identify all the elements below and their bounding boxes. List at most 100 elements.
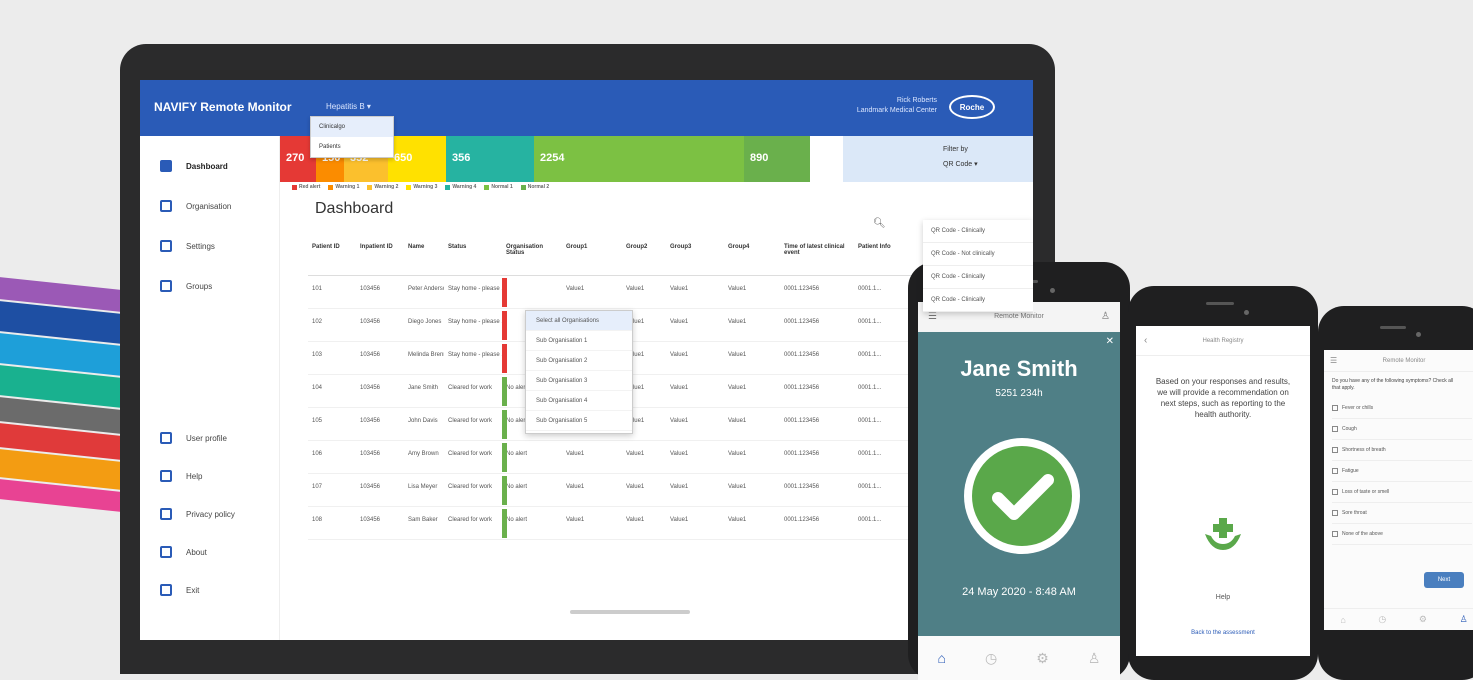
- status-segment[interactable]: 890: [744, 136, 810, 182]
- home-icon[interactable]: ⌂: [1340, 615, 1345, 625]
- project-selector[interactable]: Hepatitis B ▾: [326, 102, 371, 111]
- checkbox[interactable]: [1332, 447, 1338, 453]
- table-cell: 105: [312, 418, 323, 424]
- history-icon[interactable]: ◷: [1378, 614, 1386, 625]
- organisation-dropdown: Select all Organisations Sub Organisatio…: [525, 310, 633, 434]
- history-icon[interactable]: ◷: [985, 650, 997, 667]
- status-legend: Red alert Warning 1 Warning 2 Warning 3 …: [292, 184, 549, 190]
- symptom-checkbox-item[interactable]: Cough: [1332, 419, 1472, 440]
- back-link[interactable]: Back to the assessment: [1136, 630, 1310, 636]
- table-cell: Value1: [566, 451, 585, 457]
- table-cell: Value1: [670, 451, 689, 457]
- privacy-icon: [160, 508, 172, 520]
- checkbox[interactable]: [1332, 510, 1338, 516]
- symptom-list: Fever or chills Cough Shortness of breath F…: [1332, 398, 1472, 545]
- symptom-checkbox-item[interactable]: Sore throat: [1332, 503, 1472, 524]
- table-cell: Value1: [670, 418, 689, 424]
- settings-icon[interactable]: ⚙: [1036, 650, 1049, 667]
- page-title: Dashboard: [315, 200, 394, 217]
- status-segment[interactable]: 650: [388, 136, 446, 182]
- symptom-checkbox-item[interactable]: Loss of taste or smell: [1332, 482, 1472, 503]
- column-header[interactable]: Inpatient ID: [356, 230, 404, 275]
- sidebar-item-user-profile[interactable]: User profile: [160, 432, 227, 444]
- sidebar: Dashboard Organisation Settings Groups U…: [140, 136, 280, 640]
- table-cell: Value1: [626, 451, 645, 457]
- table-cell: 0001.123456: [784, 451, 820, 457]
- table-row[interactable]: 106 103456 Amy Brown Cleared for work No ale…: [308, 441, 938, 474]
- status-timestamp: 24 May 2020 - 8:48 AM: [962, 586, 1076, 598]
- sidebar-item-help[interactable]: Help: [160, 470, 202, 482]
- filter-option[interactable]: QR Code - Clinically: [923, 266, 1033, 289]
- table-row[interactable]: 101 103456 Peter Anderson Stay home - pleas…: [308, 276, 938, 309]
- column-header[interactable]: Name: [404, 230, 444, 275]
- org-option[interactable]: Sub Organisation 5: [526, 411, 632, 431]
- project-option[interactable]: Patients: [311, 137, 393, 157]
- menu-icon[interactable]: ☰: [1330, 350, 1337, 372]
- column-header[interactable]: Time of latest clinical event: [780, 230, 854, 275]
- laptop-screen: NAVIFY Remote Monitor Hepatitis B ▾ Rick…: [140, 80, 1033, 640]
- table-header: Patient ID Inpatient ID Name Status Organisa…: [308, 230, 938, 276]
- phone-camera: [1416, 332, 1421, 337]
- column-header[interactable]: Group4: [724, 230, 780, 275]
- org-option[interactable]: Sub Organisation 4: [526, 391, 632, 411]
- status-segment[interactable]: 356: [446, 136, 534, 182]
- phone-speaker: [1380, 326, 1406, 329]
- horizontal-scrollbar[interactable]: [570, 610, 690, 614]
- filter-option[interactable]: QR Code - Clinically: [923, 289, 1033, 312]
- table-cell: Peter Anderson: [408, 286, 444, 292]
- sidebar-item-label: Organisation: [186, 201, 232, 211]
- legend-swatch: [484, 184, 490, 190]
- sidebar-item-exit[interactable]: Exit: [160, 584, 199, 596]
- org-option[interactable]: Sub Organisation 1: [526, 331, 632, 351]
- sidebar-item-dashboard[interactable]: Dashboard: [160, 160, 228, 172]
- phone3-tabbar: ⌂ ◷ ⚙ ♙: [1324, 608, 1473, 630]
- checkbox[interactable]: [1332, 468, 1338, 474]
- back-icon[interactable]: ‹: [1144, 326, 1147, 356]
- org-option[interactable]: Sub Organisation 2: [526, 351, 632, 371]
- column-header[interactable]: Organisation Status: [502, 230, 562, 275]
- profile-icon[interactable]: ♙: [1088, 650, 1101, 667]
- checkbox[interactable]: [1332, 531, 1338, 537]
- checkbox[interactable]: [1332, 489, 1338, 495]
- column-header[interactable]: Group2: [622, 230, 666, 275]
- next-button[interactable]: Next: [1424, 572, 1464, 588]
- symptom-checkbox-item[interactable]: Shortness of breath: [1332, 440, 1472, 461]
- column-header[interactable]: Status: [444, 230, 502, 275]
- filter-option[interactable]: QR Code - Not clinically: [923, 243, 1033, 266]
- sidebar-item-about[interactable]: About: [160, 546, 207, 558]
- column-header[interactable]: Patient ID: [308, 230, 356, 275]
- checkbox[interactable]: [1332, 405, 1338, 411]
- profile-icon[interactable]: ♙: [1460, 614, 1468, 625]
- column-header[interactable]: Patient Info: [854, 230, 894, 275]
- org-option[interactable]: Select all Organisations: [526, 311, 632, 331]
- org-option[interactable]: Sub Organisation 3: [526, 371, 632, 391]
- column-header[interactable]: Group3: [666, 230, 724, 275]
- table-cell: 103: [312, 352, 323, 358]
- phone-camera: [1050, 288, 1055, 293]
- sidebar-item-organisation[interactable]: Organisation: [160, 200, 231, 212]
- status-segment[interactable]: 2254: [534, 136, 744, 182]
- symptom-checkbox-item[interactable]: Fatigue: [1332, 461, 1472, 482]
- checkbox[interactable]: [1332, 426, 1338, 432]
- user-info[interactable]: Rick Roberts Landmark Medical Center: [857, 96, 937, 116]
- project-dropdown: Clinicalgo Patients: [310, 116, 394, 158]
- project-option[interactable]: Clinicalgo: [311, 117, 393, 137]
- sidebar-item-privacy[interactable]: Privacy policy: [160, 508, 235, 520]
- sidebar-item-groups[interactable]: Groups: [160, 280, 212, 292]
- table-row[interactable]: 108 103456 Sam Baker Cleared for work No ale…: [308, 507, 938, 540]
- symptom-checkbox-item[interactable]: None of the above: [1332, 524, 1472, 545]
- filter-select[interactable]: QR Code ▾: [943, 160, 978, 168]
- phone1-header-title: Remote Monitor: [994, 313, 1044, 320]
- table-row[interactable]: 107 103456 Lisa Meyer Cleared for work No al…: [308, 474, 938, 507]
- user-icon[interactable]: ♙: [1101, 302, 1110, 332]
- close-icon[interactable]: ✕: [1106, 336, 1114, 347]
- filter-option[interactable]: QR Code - Clinically: [923, 220, 1033, 243]
- filter-dropdown: QR Code - Clinically QR Code - Not clini…: [923, 220, 1033, 312]
- settings-icon[interactable]: ⚙: [1419, 614, 1427, 625]
- sidebar-item-settings[interactable]: Settings: [160, 240, 215, 252]
- home-icon[interactable]: ⌂: [938, 650, 946, 666]
- sidebar-item-label: Dashboard: [186, 161, 228, 171]
- column-header[interactable]: Group1: [562, 230, 622, 275]
- symptom-checkbox-item[interactable]: Fever or chills: [1332, 398, 1472, 419]
- search-icon[interactable]: 🔍︎: [873, 218, 886, 229]
